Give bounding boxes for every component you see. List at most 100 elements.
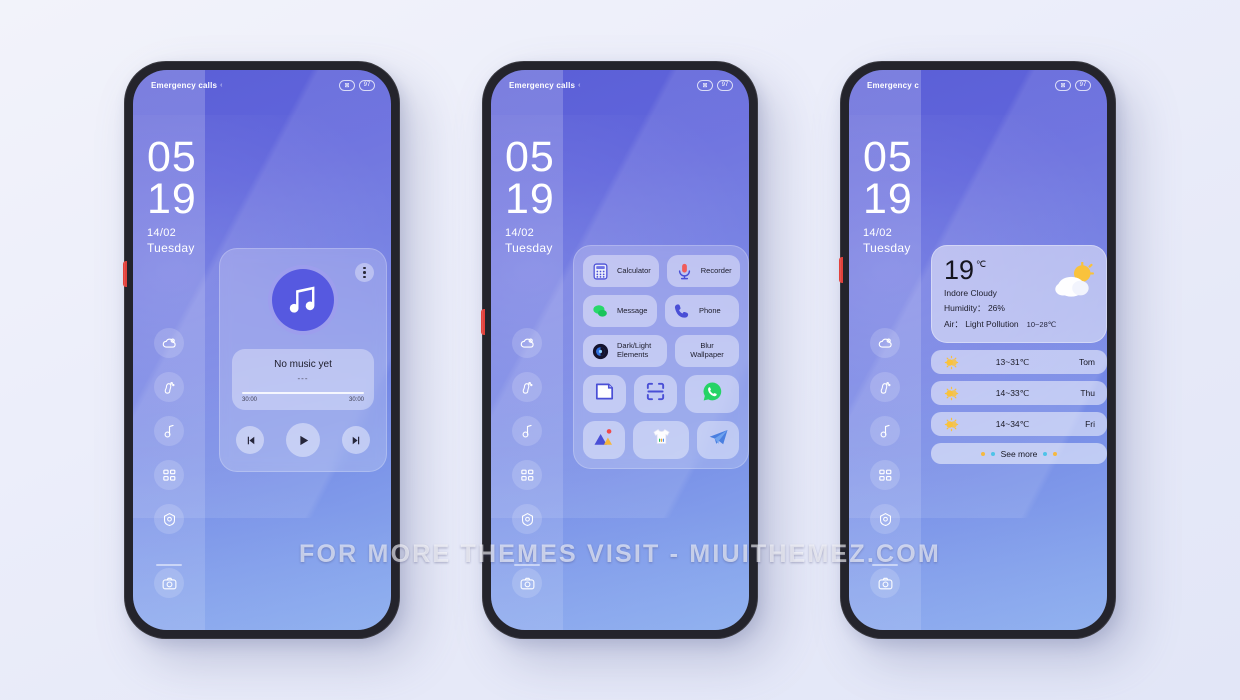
sidebar-item-weather[interactable] (870, 328, 900, 358)
clock-hours: 05 (863, 133, 913, 181)
shortcut-label: Message (617, 305, 648, 315)
track-artist: --- (297, 374, 309, 383)
sidebar-icon-group (154, 328, 184, 566)
weather-air-quality: Air： Light Pollution 10~28℃ (944, 318, 1094, 330)
camera-shortcut[interactable] (512, 568, 542, 598)
shortcut-row: Calculator Recorder (583, 255, 740, 287)
themes-shirt-icon (650, 426, 673, 454)
phone-device-apps: Emergency calls ‹ ⊠ 97 05 19 14/02 Tuesd… (481, 61, 758, 639)
forecast-row[interactable]: 13~31℃ Tom (931, 350, 1107, 374)
humidity-label: Humidity： (944, 303, 986, 313)
elapsed-time: 30:00 (242, 397, 258, 403)
phone-handset-icon (673, 302, 692, 321)
weather-current-card[interactable]: 19 ℃ Indore Cloudy Humidity： 26% Air： Li… (931, 245, 1107, 343)
calculator-icon (591, 262, 610, 281)
sidebar-item-weather[interactable] (512, 328, 542, 358)
status-bar: Emergency c ⊠ 97 (849, 70, 1107, 100)
decor-dot (1043, 451, 1048, 456)
temperature-unit: ℃ (976, 259, 987, 269)
shortcut-phone[interactable]: Phone (665, 295, 739, 327)
app-row-1 (583, 375, 739, 413)
status-icons: ⊠ 97 (1055, 79, 1091, 91)
sidebar-item-music[interactable] (154, 416, 184, 446)
sidebar-item-steps[interactable] (154, 372, 184, 402)
sidebar-item-music[interactable] (870, 416, 900, 446)
sidebar-item-steps[interactable] (870, 372, 900, 402)
track-title: No music yet (274, 359, 332, 370)
app-shortcuts-panel: Calculator Recorder Message Phone Dark/L… (573, 245, 749, 469)
shortcut-row: Dark/Light Elements Blur Wallpaper (583, 335, 739, 367)
gallery-icon (592, 426, 615, 454)
sidebar-item-weather[interactable] (154, 328, 184, 358)
app-scanner[interactable] (634, 375, 678, 413)
clock-weekday: Tuesday (505, 241, 553, 255)
shortcut-calculator[interactable]: Calculator (583, 255, 659, 287)
air-value: Light Pollution (965, 319, 1019, 329)
sidebar-item-security[interactable] (512, 504, 542, 534)
app-themes[interactable] (632, 421, 690, 459)
shortcut-label: Recorder (700, 265, 732, 275)
forecast-range: 14~34℃ (995, 418, 1030, 429)
shortcut-blur-wallpaper[interactable]: Blur Wallpaper (675, 335, 739, 367)
previous-track-button[interactable] (236, 426, 264, 454)
sidebar-item-music[interactable] (512, 416, 542, 446)
sidebar-item-steps[interactable] (512, 372, 542, 402)
carrier-text: Emergency c (867, 80, 920, 90)
sidebar-item-security[interactable] (870, 504, 900, 534)
carrier-text: Emergency calls (509, 80, 576, 90)
microphone-icon (675, 262, 694, 281)
power-button[interactable] (481, 309, 485, 335)
power-button[interactable] (123, 261, 127, 287)
total-duration: 30:00 (348, 397, 364, 403)
sidebar-icon-group (870, 328, 900, 566)
weather-widget: 19 ℃ Indore Cloudy Humidity： 26% Air： Li… (931, 245, 1107, 464)
app-whatsapp[interactable] (685, 375, 739, 413)
phone-mockup-scene: Emergency calls ‹ ⊠ 97 05 19 14/02 Tuesd… (0, 0, 1240, 700)
shortcut-label: Calculator (617, 265, 651, 275)
sidebar-item-shortcuts[interactable] (870, 460, 900, 490)
see-more-button[interactable]: See more (931, 443, 1107, 464)
no-sim-icon: ⊠ (697, 79, 713, 91)
power-button[interactable] (839, 257, 843, 283)
sidebar-divider (514, 564, 540, 566)
app-gallery[interactable] (583, 421, 625, 459)
camera-shortcut[interactable] (870, 568, 900, 598)
air-text: Air： Light Pollution (944, 318, 1019, 330)
message-bubble-icon (591, 302, 610, 321)
forecast-row[interactable]: 14~33℃ Thu (931, 381, 1107, 405)
sidebar-divider (872, 564, 898, 566)
shortcut-dark-light-elements[interactable]: Dark/Light Elements (583, 335, 668, 367)
playback-progress-bar[interactable] (242, 392, 364, 394)
clock-minutes: 19 (863, 175, 913, 223)
sidebar-icon-group (512, 328, 542, 566)
shortcut-label: Phone (699, 305, 721, 315)
app-telegram[interactable] (697, 421, 739, 459)
status-icons: ⊠ 97 (339, 79, 375, 91)
battery-badge: 97 (717, 79, 733, 91)
forecast-range: 14~33℃ (995, 387, 1030, 398)
battery-badge: 97 (359, 79, 375, 91)
chevron-left-icon: ‹ (578, 81, 581, 89)
carrier-label: Emergency c (867, 81, 919, 90)
clock-weekday: Tuesday (863, 241, 911, 255)
shortcut-message[interactable]: Message (583, 295, 657, 327)
app-notes[interactable] (583, 375, 627, 413)
camera-shortcut[interactable] (154, 568, 184, 598)
clock-date: 14/02 (147, 227, 177, 239)
forecast-row[interactable]: 14~34℃ Fri (931, 412, 1107, 436)
shortcut-recorder[interactable]: Recorder (666, 255, 740, 287)
sidebar-item-shortcuts[interactable] (512, 460, 542, 490)
sidebar-item-security[interactable] (154, 504, 184, 534)
sidebar-item-shortcuts[interactable] (154, 460, 184, 490)
battery-badge: 97 (1075, 79, 1091, 91)
status-bar: Emergency calls ‹ ⊠ 97 (491, 70, 749, 100)
music-menu-button[interactable] (355, 263, 374, 282)
chevron-left-icon: ‹ (220, 81, 223, 89)
decor-dot (990, 451, 995, 456)
next-track-button[interactable] (342, 426, 370, 454)
notes-icon (593, 380, 616, 408)
telegram-icon (707, 426, 730, 454)
play-button[interactable] (286, 423, 320, 457)
clock-hours: 05 (147, 133, 197, 181)
lockscreen-clock: 05 19 14/02 Tuesday (147, 133, 197, 256)
